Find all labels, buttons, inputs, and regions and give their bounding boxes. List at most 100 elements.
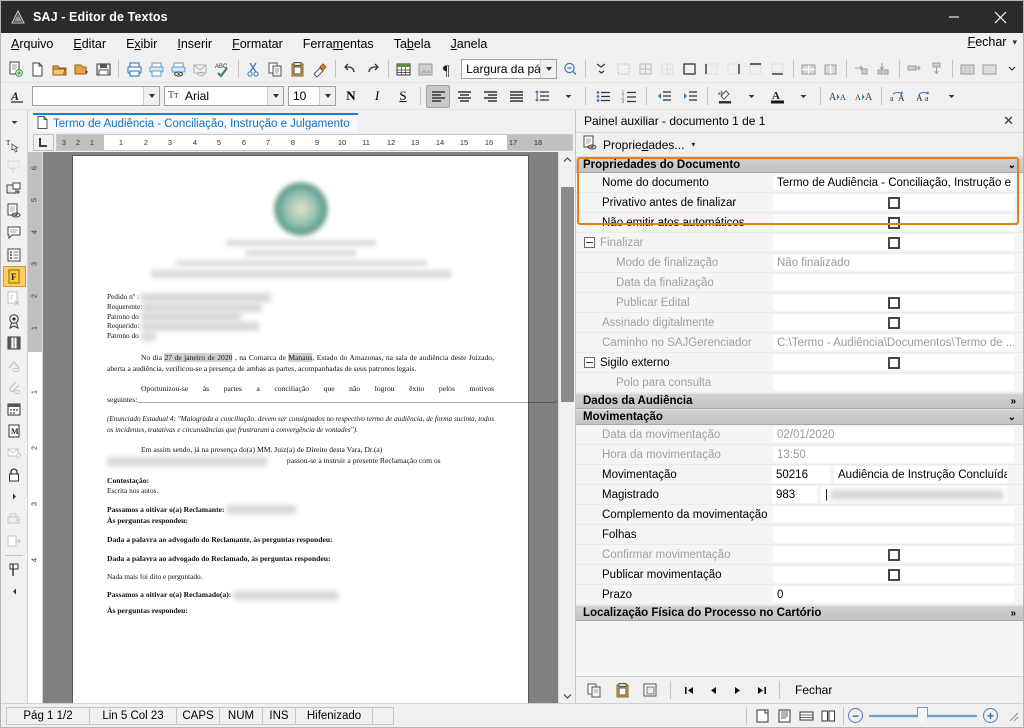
row-modo-finalizacao[interactable]: Modo de finalização Não finalizado: [576, 253, 1023, 273]
movimentacao-code[interactable]: 50216: [772, 466, 830, 483]
row-folhas[interactable]: Folhas: [576, 525, 1023, 545]
border-bottom-icon[interactable]: [768, 58, 788, 81]
row-value[interactable]: 02/01/2020: [772, 426, 1015, 443]
font-color-dropdown-icon[interactable]: [791, 85, 815, 108]
row-value[interactable]: [772, 234, 1015, 251]
line-spacing-icon[interactable]: [530, 85, 554, 108]
export-icon[interactable]: [3, 530, 26, 551]
document-vertical-scrollbar[interactable]: [558, 152, 575, 703]
row-value[interactable]: 0: [772, 586, 1015, 603]
merge-cells-icon[interactable]: [799, 58, 819, 81]
copy-icon[interactable]: [582, 679, 606, 702]
next-record-icon[interactable]: [726, 680, 748, 700]
paste-icon[interactable]: [288, 58, 308, 81]
align-justify-icon[interactable]: [504, 85, 528, 108]
paste-icon[interactable]: [610, 679, 634, 702]
menu-inserir[interactable]: Inserir: [167, 34, 222, 55]
increase-font-icon[interactable]: AA: [826, 85, 850, 108]
increase-indent-icon[interactable]: [678, 85, 702, 108]
checkbox[interactable]: [887, 548, 900, 561]
row-movimentacao[interactable]: Movimentação 50216 Audiência de Instruçã…: [576, 465, 1023, 485]
attachment-icon[interactable]: [3, 376, 26, 397]
row-value[interactable]: [772, 506, 1015, 523]
menu-editar[interactable]: Editar: [63, 34, 116, 55]
text-cursor-hand-icon[interactable]: T: [3, 134, 26, 155]
chevron-double-down-icon[interactable]: ⌄: [1008, 412, 1016, 423]
align-right-icon[interactable]: [478, 85, 502, 108]
row-value[interactable]: [772, 294, 1015, 311]
menu-exibir[interactable]: Exibir: [116, 34, 167, 55]
row-value[interactable]: [772, 314, 1015, 331]
checkbox[interactable]: [887, 196, 900, 209]
flag-marker-icon[interactable]: [3, 559, 26, 580]
list-fields-icon[interactable]: [3, 244, 26, 265]
group-header-movimentacao[interactable]: Movimentação ⌄: [576, 409, 1023, 425]
close-window-button[interactable]: [977, 1, 1023, 33]
insert-row-icon[interactable]: [852, 58, 872, 81]
row-value[interactable]: Termo de Audiência - Conciliação, Instru…: [772, 174, 1015, 191]
print-layout-icon[interactable]: [752, 707, 772, 725]
blank-document-icon[interactable]: [27, 58, 47, 81]
select-table-icon[interactable]: [613, 58, 633, 81]
align-center-icon[interactable]: [452, 85, 476, 108]
first-record-icon[interactable]: [678, 680, 700, 700]
chevron-double-down-icon[interactable]: [591, 58, 611, 81]
table-autoformat-icon[interactable]: [958, 58, 978, 81]
scanner-icon[interactable]: [3, 508, 26, 529]
split-cells-icon[interactable]: [821, 58, 841, 81]
border-right-icon[interactable]: [724, 58, 744, 81]
row-finalizar[interactable]: Finalizar: [576, 233, 1023, 253]
group-header-localizacao-fisica[interactable]: Localização Física do Processo no Cartór…: [576, 605, 1023, 621]
collapse-arrow-icon[interactable]: [3, 581, 26, 602]
movimentacao-description[interactable]: Audiência de Instrução Concluída: [834, 466, 1007, 483]
insert-table-icon[interactable]: [394, 58, 414, 81]
paragraph-style-icon[interactable]: A: [5, 85, 29, 108]
minimize-button[interactable]: [931, 1, 977, 33]
row-value[interactable]: C:\Termo - Audiência\Documentos\Termo de…: [772, 334, 1015, 351]
zoom-out-button[interactable]: −: [848, 708, 863, 723]
copy-all-icon[interactable]: [638, 679, 662, 702]
print-preview-icon[interactable]: [146, 58, 166, 81]
envelope-edit-icon[interactable]: [3, 442, 26, 463]
seal-stamp-icon[interactable]: [3, 310, 26, 331]
borders-grid-icon[interactable]: [635, 58, 655, 81]
uppercase-icon[interactable]: aA: [887, 85, 911, 108]
two-page-icon[interactable]: [818, 707, 838, 725]
lock-icon[interactable]: [3, 464, 26, 485]
zoom-thumb[interactable]: [917, 706, 928, 724]
save-icon[interactable]: [93, 58, 113, 81]
paragraph-style-combo[interactable]: [32, 86, 160, 106]
border-box-icon[interactable]: [679, 58, 699, 81]
row-prazo[interactable]: Prazo 0: [576, 585, 1023, 605]
insert-picture-icon[interactable]: [416, 58, 436, 81]
row-confirmar-movimentacao[interactable]: Confirmar movimentação: [576, 545, 1023, 565]
delete-column-icon[interactable]: [927, 58, 947, 81]
row-assinado-digitalmente[interactable]: Assinado digitalmente: [576, 313, 1023, 333]
checkbox[interactable]: [887, 296, 900, 309]
horizontal-ruler[interactable]: 3 2 1 1 2 3 4 5 6 7 8 9 10 11 12 13 14 1…: [56, 133, 573, 151]
film-strip-icon[interactable]: [3, 332, 26, 353]
row-nome-documento[interactable]: Nome do documento Termo de Audiência - C…: [576, 173, 1023, 193]
copy-icon[interactable]: [266, 58, 286, 81]
border-top-icon[interactable]: [746, 58, 766, 81]
bold-button[interactable]: N: [339, 85, 363, 108]
lowercase-icon[interactable]: Aa: [913, 85, 937, 108]
highlight-color-icon[interactable]: ab: [713, 85, 737, 108]
comment-icon[interactable]: [3, 222, 26, 243]
menu-arquivo[interactable]: Arquivo: [1, 34, 63, 55]
new-document-with-model-icon[interactable]: [5, 58, 25, 81]
scroll-down-icon[interactable]: [560, 688, 575, 703]
merge-docs-icon[interactable]: [3, 354, 26, 375]
form-field-icon[interactable]: F: [2, 266, 26, 287]
web-layout-icon[interactable]: [796, 707, 816, 725]
decrease-font-icon[interactable]: AA: [852, 85, 876, 108]
row-value[interactable]: [772, 354, 1015, 371]
expand-arrow-icon[interactable]: [3, 486, 26, 507]
format-painter-icon[interactable]: [310, 58, 330, 81]
row-privativo-antes-finalizar[interactable]: Privativo antes de finalizar: [576, 193, 1023, 213]
row-data-finalizacao[interactable]: Data da finalização: [576, 273, 1023, 293]
row-magistrado[interactable]: Magistrado 983 |: [576, 485, 1023, 505]
group-header-dados-audiencia[interactable]: Dados da Audiência »: [576, 393, 1023, 409]
checkbox[interactable]: [887, 216, 900, 229]
paragraph-marks-icon[interactable]: ¶: [438, 58, 458, 81]
